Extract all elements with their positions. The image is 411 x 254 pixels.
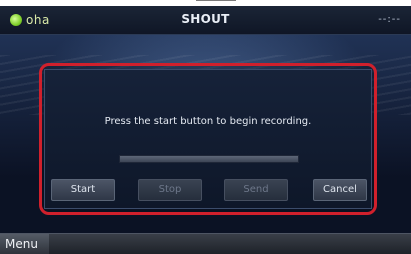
- clock-display: --:--: [378, 14, 401, 25]
- recording-progress-bar: [119, 155, 299, 163]
- top-tab-indicator: [196, 0, 236, 1]
- start-button[interactable]: Start: [51, 179, 115, 201]
- stop-button[interactable]: Stop: [138, 179, 202, 201]
- screen-title: SHOUT: [181, 12, 230, 26]
- recording-instruction: Press the start button to begin recordin…: [104, 116, 312, 127]
- recording-dialog: Press the start button to begin recordin…: [44, 69, 372, 209]
- cancel-button[interactable]: Cancel: [313, 179, 367, 201]
- dialog-button-row: Start Stop Send Cancel: [51, 179, 367, 201]
- send-button[interactable]: Send: [224, 179, 288, 201]
- status-bar: oha SHOUT --:--: [0, 6, 411, 35]
